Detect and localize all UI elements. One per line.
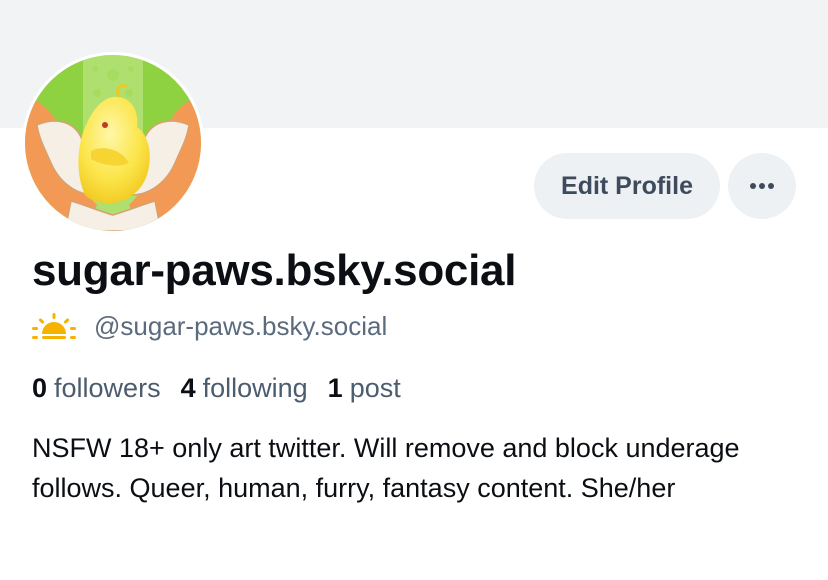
- handle-row: @sugar-paws.bsky.social: [32, 306, 387, 346]
- posts-label: post: [349, 372, 401, 403]
- chick-in-hands-avatar: [25, 55, 201, 231]
- profile-stats: 0 followers 4 following 1 post: [32, 368, 421, 408]
- following-stat[interactable]: 4 following: [181, 373, 308, 404]
- sun-icon: [32, 313, 76, 339]
- following-count: 4: [180, 372, 196, 403]
- profile-handle[interactable]: @sugar-paws.bsky.social: [94, 311, 387, 342]
- posts-stat: 1 post: [328, 373, 401, 404]
- posts-count: 1: [327, 372, 343, 403]
- more-options-button[interactable]: [728, 153, 796, 219]
- followers-count: 0: [32, 372, 48, 403]
- following-label: following: [202, 372, 308, 403]
- profile-bio: NSFW 18+ only art twitter. Will remove a…: [32, 433, 740, 503]
- followers-stat[interactable]: 0 followers: [32, 373, 161, 404]
- followers-label: followers: [54, 372, 161, 403]
- edit-profile-button[interactable]: Edit Profile: [534, 153, 720, 219]
- avatar[interactable]: [22, 52, 204, 234]
- profile-display-name: sugar-paws.bsky.social: [32, 246, 517, 295]
- ellipsis-icon: [750, 183, 774, 189]
